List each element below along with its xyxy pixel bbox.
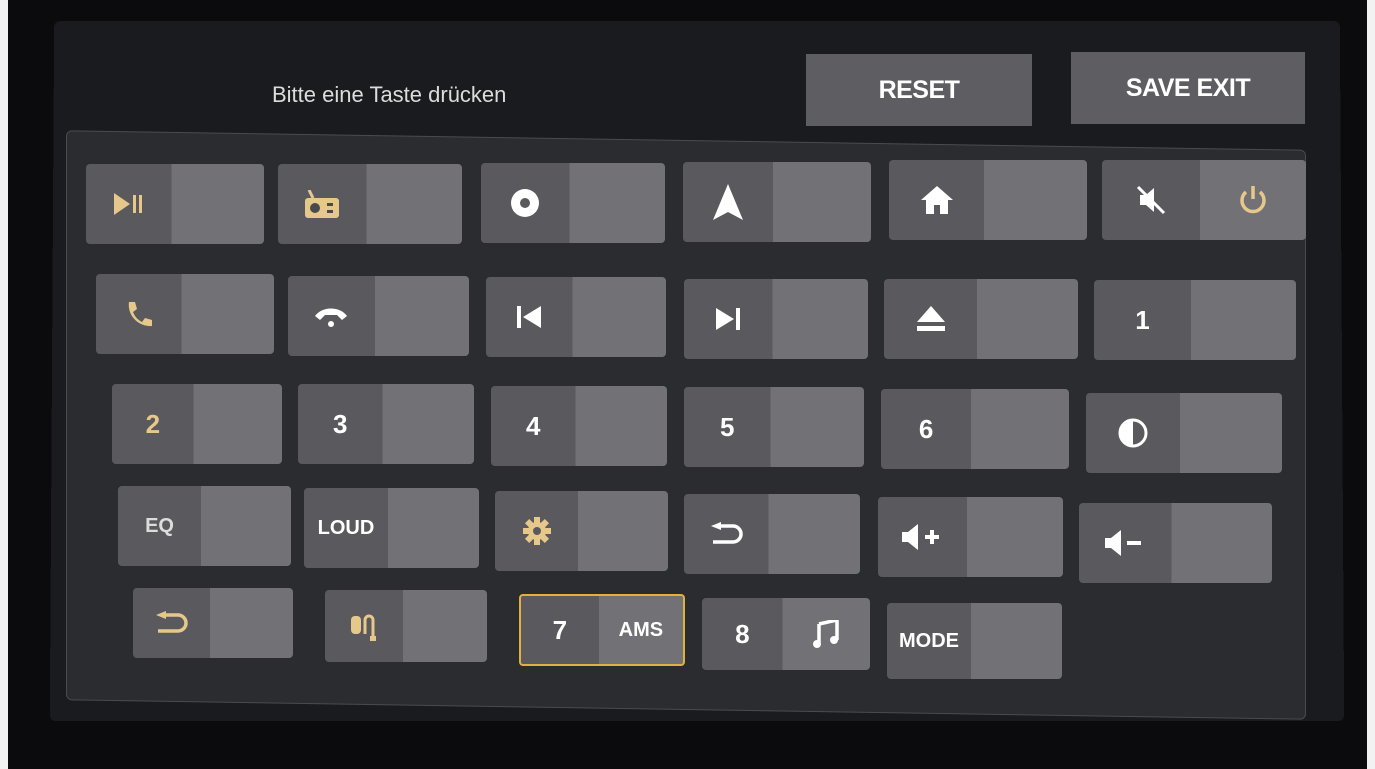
next-track-icon bbox=[684, 279, 772, 359]
preset-3-label: 3 bbox=[333, 408, 348, 439]
aux-input-key[interactable] bbox=[325, 590, 487, 662]
mode-label: MODE bbox=[899, 629, 959, 652]
play-pause-icon bbox=[86, 164, 171, 244]
preset-4-label: 4 bbox=[526, 410, 541, 441]
back-icon bbox=[133, 588, 210, 658]
photo-border-left bbox=[0, 0, 8, 769]
play-pause-key[interactable] bbox=[86, 164, 264, 244]
back-key-2[interactable] bbox=[133, 588, 293, 658]
save-exit-button[interactable]: SAVE EXIT bbox=[1071, 52, 1305, 124]
settings-key[interactable] bbox=[495, 491, 668, 571]
hang-up-icon bbox=[288, 276, 375, 356]
home-key[interactable] bbox=[889, 160, 1087, 240]
contrast-icon bbox=[1086, 393, 1180, 473]
mute-power-key[interactable] bbox=[1102, 160, 1306, 240]
music-note-icon bbox=[783, 598, 870, 670]
reset-button[interactable]: RESET bbox=[806, 54, 1032, 126]
loud-key[interactable]: LOUD bbox=[304, 488, 479, 568]
previous-track-key[interactable] bbox=[486, 277, 666, 357]
previous-track-icon bbox=[486, 277, 572, 357]
back-icon bbox=[684, 494, 768, 574]
aux-input-icon bbox=[325, 590, 403, 662]
next-track-key[interactable] bbox=[684, 279, 868, 359]
photo-border-right bbox=[1367, 0, 1375, 769]
power-icon bbox=[1200, 160, 1306, 240]
navigation-key[interactable] bbox=[683, 162, 871, 242]
preset-5-key[interactable]: 5 bbox=[684, 387, 864, 467]
volume-up-key[interactable] bbox=[878, 497, 1063, 577]
disc-key[interactable] bbox=[481, 163, 665, 243]
preset-5-label: 5 bbox=[719, 411, 735, 442]
contrast-key[interactable] bbox=[1086, 393, 1282, 473]
radio-key[interactable] bbox=[278, 164, 462, 244]
disc-icon bbox=[481, 163, 569, 243]
gear-icon bbox=[495, 491, 578, 571]
call-key[interactable] bbox=[96, 274, 274, 354]
prompt-text: Bitte eine Taste drücken bbox=[272, 82, 507, 107]
eq-label: EQ bbox=[145, 514, 174, 537]
home-icon bbox=[889, 160, 984, 240]
mute-icon bbox=[1102, 160, 1200, 240]
preset-6-label: 6 bbox=[918, 413, 934, 444]
preset-1-label: 1 bbox=[1135, 304, 1150, 335]
preset-4-key[interactable]: 4 bbox=[491, 386, 667, 466]
mode-key[interactable]: MODE bbox=[887, 603, 1062, 679]
eject-key[interactable] bbox=[884, 279, 1078, 359]
eq-key[interactable]: EQ bbox=[118, 486, 291, 566]
preset-2-label: 2 bbox=[145, 408, 161, 439]
preset-1-key[interactable]: 1 bbox=[1094, 280, 1296, 360]
volume-up-icon bbox=[878, 497, 967, 577]
preset-7-ams-key[interactable]: 7 AMS bbox=[519, 594, 685, 666]
phone-icon bbox=[96, 274, 181, 354]
radio-icon bbox=[278, 164, 366, 244]
navigation-icon bbox=[683, 162, 773, 242]
loud-label: LOUD bbox=[317, 516, 375, 539]
hang-up-key[interactable] bbox=[288, 276, 469, 356]
preset-6-key[interactable]: 6 bbox=[881, 389, 1069, 469]
back-key[interactable] bbox=[684, 494, 860, 574]
preset-3-key[interactable]: 3 bbox=[298, 384, 474, 464]
eject-icon bbox=[884, 279, 977, 359]
preset-8-music-key[interactable]: 8 bbox=[702, 598, 870, 670]
volume-down-icon bbox=[1079, 503, 1172, 583]
volume-down-key[interactable] bbox=[1079, 503, 1272, 583]
preset-8-label: 8 bbox=[735, 618, 750, 649]
ams-label: AMS bbox=[618, 618, 664, 641]
preset-2-key[interactable]: 2 bbox=[112, 384, 282, 464]
preset-7-label: 7 bbox=[552, 614, 568, 645]
